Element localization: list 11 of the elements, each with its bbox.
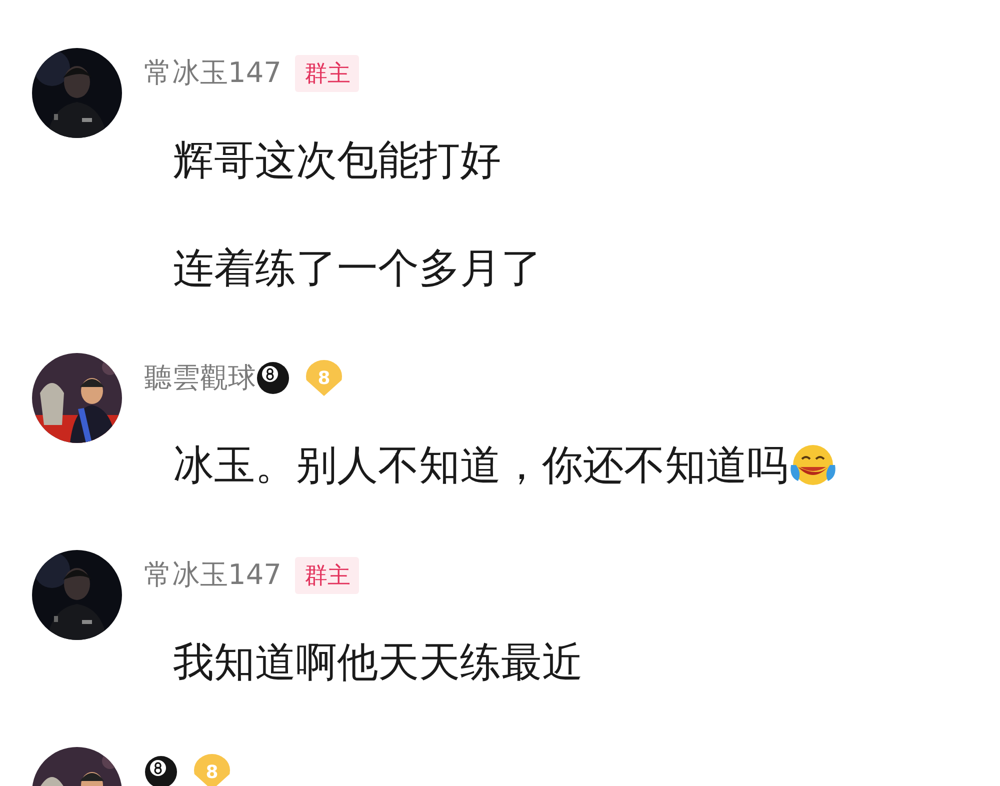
- user-name: 常冰玉147: [144, 557, 282, 593]
- level-badge: 8: [194, 754, 230, 786]
- user-name: 常冰玉147: [144, 55, 282, 91]
- role-tag: 群主: [295, 556, 360, 594]
- role-tag: 群主: [295, 54, 360, 92]
- level-badge: 8: [306, 360, 342, 396]
- message-text: 我知道啊他天天练最近: [173, 640, 584, 684]
- message-text: 辉哥这次包能打好: [173, 138, 502, 182]
- message-text: 冰玉。别人不知道，你还不知道吗: [173, 443, 788, 487]
- message-text: 连着练了一个多月了: [173, 246, 543, 290]
- user-name: 聽雲觀球: [144, 360, 256, 396]
